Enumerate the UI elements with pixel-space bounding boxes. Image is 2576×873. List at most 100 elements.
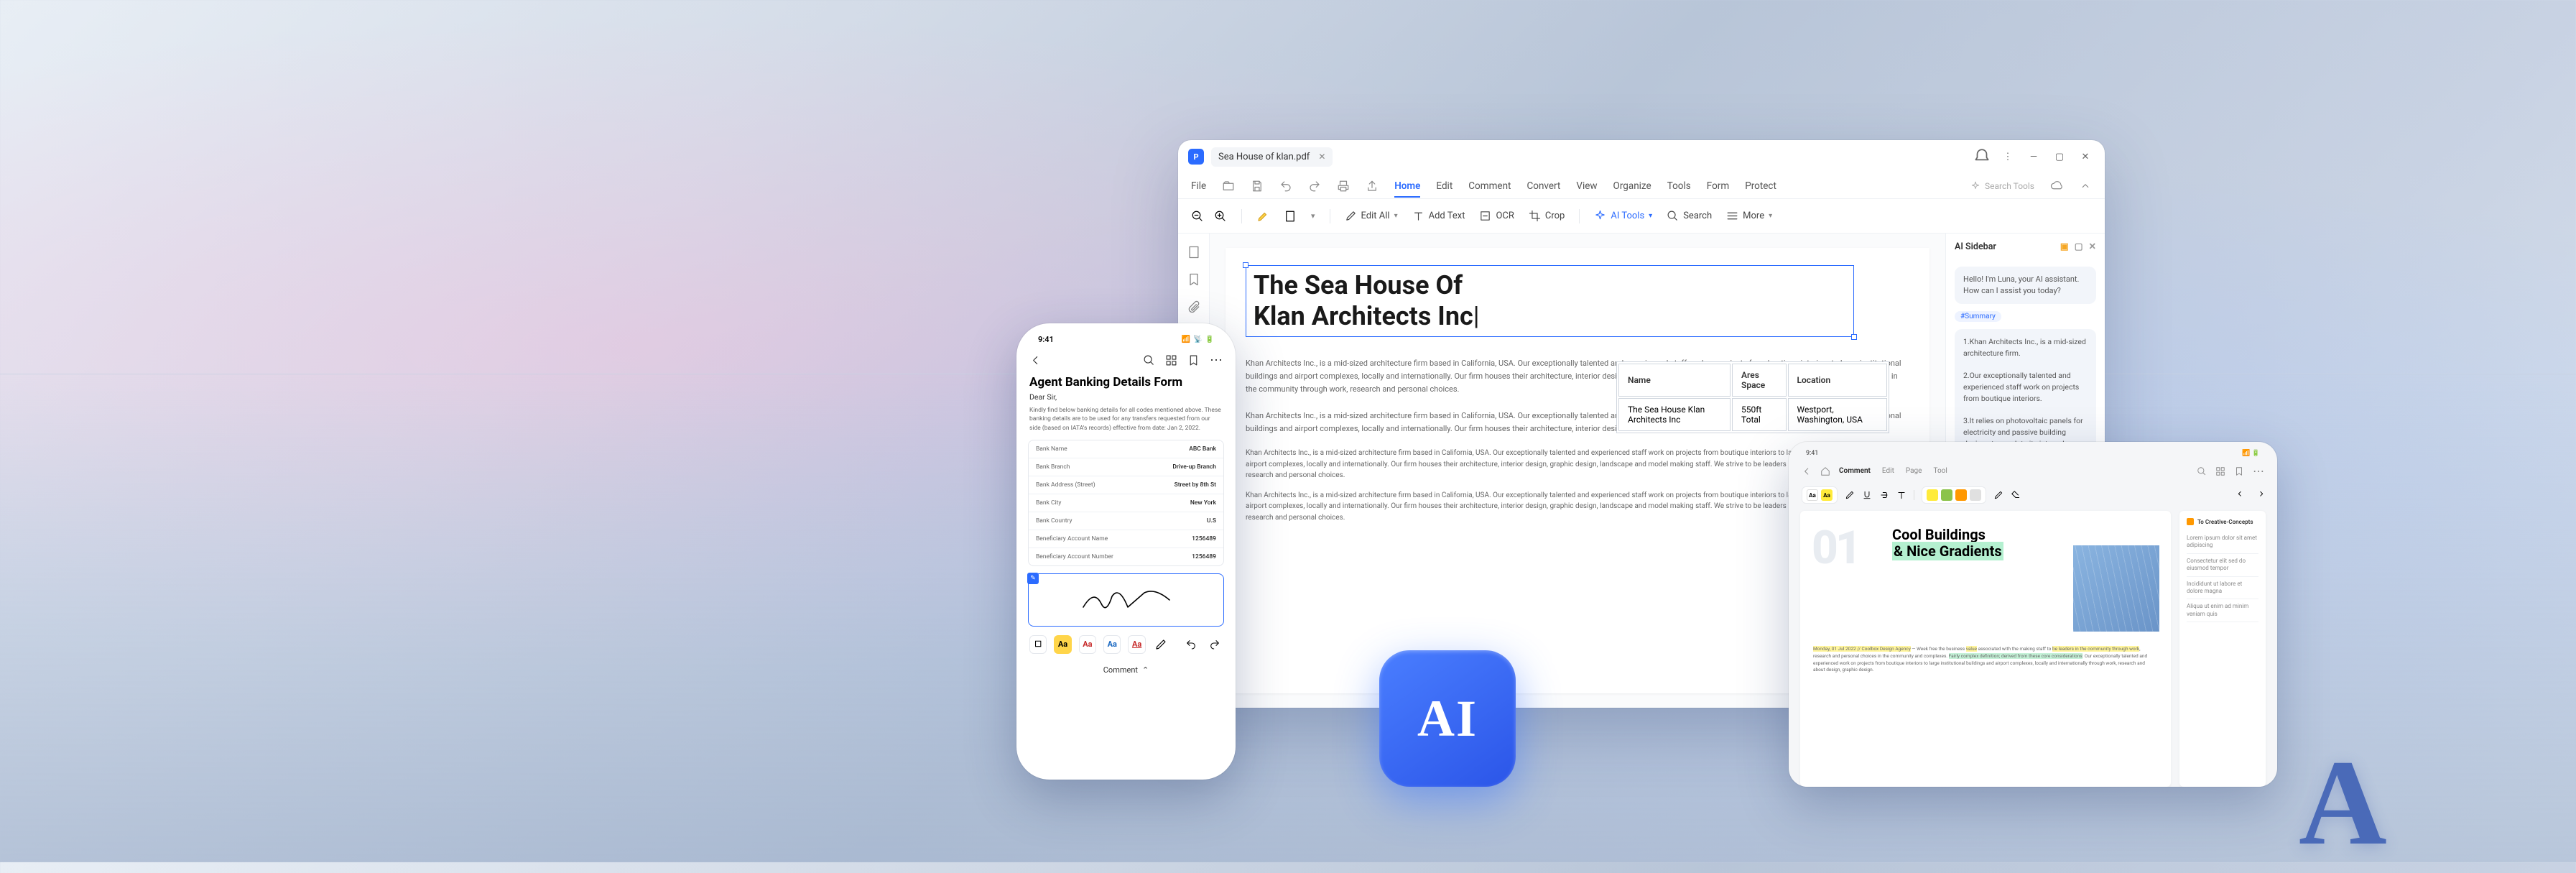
signature-field[interactable]: ✎ <box>1028 573 1224 627</box>
bookmarks-icon[interactable] <box>1187 272 1201 287</box>
more-icon[interactable]: ⋯ <box>2253 464 2264 478</box>
maximize-icon[interactable]: ▢ <box>2050 147 2069 166</box>
strikethrough-icon[interactable] <box>1879 490 1889 500</box>
ai-tools-button[interactable]: AI Tools▾ <box>1594 210 1652 222</box>
page-fit-icon[interactable] <box>1284 210 1297 223</box>
home-icon[interactable] <box>1820 466 1830 476</box>
ai-sidebar-title: AI Sidebar <box>1955 241 1996 252</box>
pen-icon[interactable] <box>1993 490 2003 500</box>
page-number-large: 01 <box>1812 521 1859 575</box>
chevron-up-icon: ⌃ <box>1142 665 1149 675</box>
phone-status-icons: 📶📡🔋 <box>1182 336 1214 343</box>
checkbox-tool-icon[interactable]: ☐ <box>1029 635 1047 654</box>
tab-title: Sea House of klan.pdf <box>1218 152 1310 162</box>
highlight-colors-2[interactable] <box>1922 486 1986 504</box>
annotation-item[interactable]: Aliqua ut enim ad minim veniam quis <box>2187 599 2258 622</box>
app-logo-icon: P <box>1188 149 1204 165</box>
undo-icon[interactable] <box>1183 636 1199 653</box>
open-icon[interactable] <box>1222 180 1235 193</box>
decorative-a-glyph: A <box>2299 733 2387 873</box>
doc-heading-line2: Klan Architects Inc| <box>1254 301 1480 332</box>
search-icon[interactable] <box>2197 466 2207 476</box>
zoom-out-icon[interactable] <box>1191 210 1204 223</box>
more-button[interactable]: More▾ <box>1726 210 1772 222</box>
text-style-4[interactable]: Aa <box>1128 635 1145 654</box>
add-text-button[interactable]: Add Text <box>1412 210 1465 222</box>
text-style-2[interactable]: Aa <box>1079 635 1096 654</box>
phone-salutation: Dear Sir, <box>1025 392 1227 406</box>
document-tab[interactable]: Sea House of klan.pdf ✕ <box>1211 147 1333 167</box>
ai-summary-tag[interactable]: #Summary <box>1955 311 2001 322</box>
ribbon-tab-organize[interactable]: Organize <box>1613 180 1651 192</box>
cloud-icon[interactable] <box>2050 180 2063 193</box>
annotation-item[interactable]: Lorem ipsum dolor sit amet adipiscing <box>2187 531 2258 554</box>
tab-comment[interactable]: Comment <box>1839 467 1871 475</box>
ribbon-tab-protect[interactable]: Protect <box>1745 180 1776 192</box>
heading-selection-box[interactable]: The Sea House Of Klan Architects Inc| <box>1246 265 1854 337</box>
grid-icon[interactable] <box>1165 354 1177 366</box>
tab-edit[interactable]: Edit <box>1882 467 1894 475</box>
grid-icon[interactable] <box>2215 466 2225 476</box>
zoom-in-icon[interactable] <box>1214 210 1227 223</box>
undo-icon[interactable] <box>1279 180 1292 193</box>
annotation-item[interactable]: Incididunt ut labore et dolore magna <box>2187 577 2258 600</box>
ribbon-tab-convert[interactable]: Convert <box>1526 180 1560 192</box>
text-style-3[interactable]: Aa <box>1103 635 1121 654</box>
bookmark-icon[interactable] <box>2234 466 2244 476</box>
ribbon-tab-comment[interactable]: Comment <box>1468 180 1511 192</box>
phone-time: 9:41 <box>1038 335 1054 344</box>
edit-all-button[interactable]: Edit All▾ <box>1345 210 1398 222</box>
search-button[interactable]: Search <box>1667 210 1712 222</box>
tablet-annotation-toolbar: Aa Aa <box>1796 484 2270 511</box>
highlighter-icon[interactable] <box>1256 210 1269 223</box>
text-style-1[interactable]: Aa <box>1054 635 1071 654</box>
chevron-down-icon[interactable]: ▾ <box>1311 211 1315 221</box>
eraser-icon[interactable] <box>2011 490 2021 500</box>
close-window-icon[interactable]: ✕ <box>2076 147 2095 166</box>
pin-icon[interactable]: ▣ <box>2060 241 2069 252</box>
phone-text-toolbar: ☐ Aa Aa Aa Aa <box>1025 627 1227 660</box>
ribbon-tab-form[interactable]: Form <box>1707 180 1729 192</box>
close-tab-icon[interactable]: ✕ <box>1318 152 1325 162</box>
bookmark-icon[interactable] <box>1187 354 1200 366</box>
save-icon[interactable] <box>1251 180 1264 193</box>
undo-icon[interactable] <box>2237 490 2247 500</box>
pen-tool-icon[interactable] <box>1153 636 1169 653</box>
ocr-button[interactable]: OCR <box>1479 210 1514 222</box>
back-icon[interactable] <box>1029 354 1042 366</box>
phone-comment-button[interactable]: Comment ⌃ <box>1025 660 1227 678</box>
underline-icon[interactable] <box>1862 490 1872 500</box>
menu-icon[interactable]: ⋮ <box>1998 147 2017 166</box>
ribbon-tab-tools[interactable]: Tools <box>1667 180 1691 192</box>
search-icon[interactable] <box>1143 354 1155 366</box>
redo-icon[interactable] <box>2254 490 2264 500</box>
attachments-icon[interactable] <box>1187 300 1201 314</box>
thumbnails-icon[interactable] <box>1187 245 1201 259</box>
ribbon-tab-view[interactable]: View <box>1576 180 1597 192</box>
print-icon[interactable] <box>1337 180 1350 193</box>
minimize-icon[interactable]: — <box>2024 147 2043 166</box>
file-menu[interactable]: File <box>1191 180 1206 192</box>
expand-icon[interactable] <box>2079 180 2092 193</box>
tablet-body-text: Monday, 01 Jul 2022 // Coolbox Design Ag… <box>1813 646 2158 674</box>
redo-icon[interactable] <box>1308 180 1321 193</box>
highlight-colors[interactable]: Aa Aa <box>1802 486 1838 504</box>
close-panel-icon[interactable]: ✕ <box>2089 241 2096 252</box>
doc-heading-line1: The Sea House Of <box>1254 270 1480 301</box>
search-tools-input[interactable]: Search Tools <box>1970 181 2034 191</box>
ribbon-tab-home[interactable]: Home <box>1394 180 1420 198</box>
crop-button[interactable]: Crop <box>1529 210 1565 222</box>
ribbon-tab-edit[interactable]: Edit <box>1436 180 1453 192</box>
new-chat-icon[interactable]: ▢ <box>2075 241 2083 252</box>
redo-icon[interactable] <box>1207 636 1223 653</box>
back-icon[interactable] <box>1802 466 1812 476</box>
annotation-item[interactable]: Consectetur elit sed do eiusmod tempor <box>2187 554 2258 577</box>
tab-tool[interactable]: Tool <box>1933 467 1947 475</box>
highlighter-icon[interactable] <box>1845 490 1855 500</box>
tab-page[interactable]: Page <box>1906 467 1922 475</box>
text-icon[interactable] <box>1896 490 1906 500</box>
notification-icon[interactable] <box>1973 147 1991 166</box>
share-icon[interactable] <box>1366 180 1379 193</box>
tablet-document-page[interactable]: 01 Cool Buildings & Nice Gradients Monda… <box>1800 511 2171 787</box>
more-icon[interactable]: ⋯ <box>1210 353 1223 368</box>
